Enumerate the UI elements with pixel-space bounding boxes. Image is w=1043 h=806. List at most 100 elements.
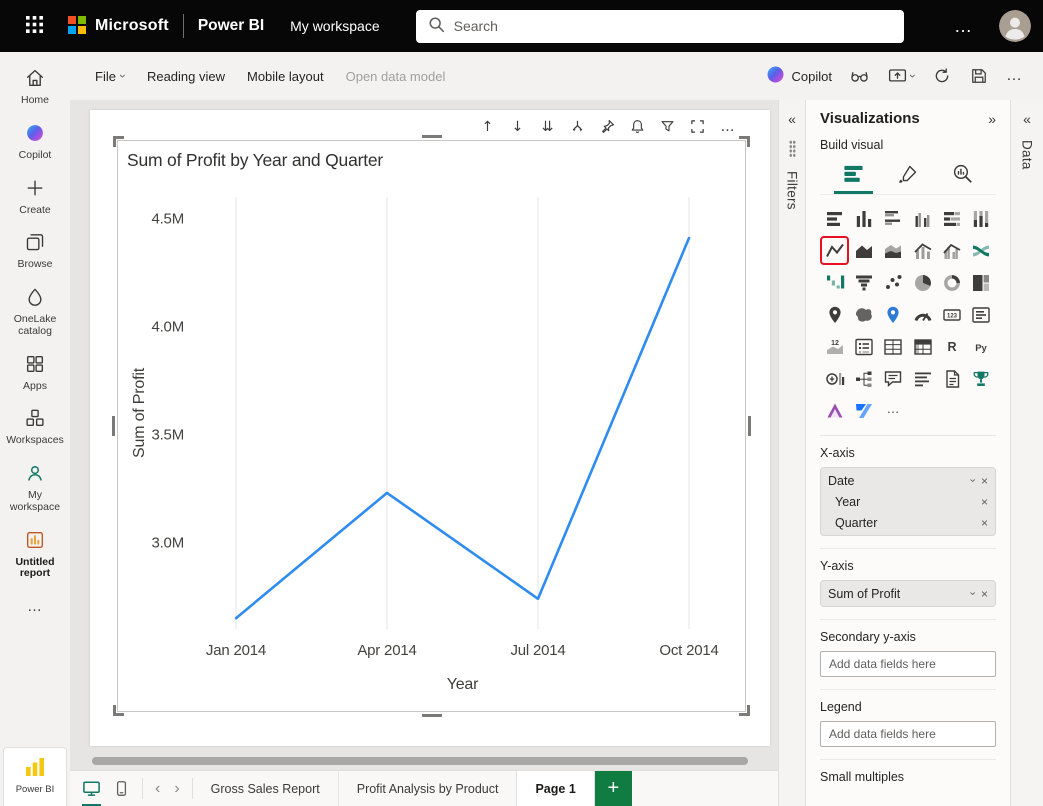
line-and-stacked-column-chart-icon[interactable]: [911, 239, 934, 262]
selected-line-chart-visual[interactable]: Sum of Profit by Year and Quarter 3.0M3.…: [117, 140, 746, 712]
nav-more-options-icon[interactable]: …: [27, 598, 43, 615]
ribbon-chart-icon[interactable]: [970, 239, 993, 262]
100-stacked-bar-chart-icon[interactable]: [940, 207, 963, 230]
glasses-icon[interactable]: [849, 66, 870, 87]
resize-handle-bottom-left[interactable]: [113, 705, 124, 716]
resize-handle-bottom-right[interactable]: [739, 705, 750, 716]
resize-handle-top[interactable]: [422, 135, 442, 138]
horizontal-scrollbar[interactable]: [92, 757, 768, 765]
refresh-icon[interactable]: [932, 66, 952, 86]
filters-pane-collapsed[interactable]: « Filters: [778, 100, 805, 806]
sidebar-item-create[interactable]: Create: [1, 170, 69, 225]
scatter-chart-icon[interactable]: [882, 271, 905, 294]
focus-mode-icon[interactable]: [689, 118, 706, 135]
decomposition-tree-icon[interactable]: [852, 367, 875, 390]
drill-down-icon[interactable]: ↓: [509, 118, 526, 135]
page-tab-page-1[interactable]: Page 1: [516, 771, 594, 806]
tab-format-visual[interactable]: [889, 160, 927, 194]
filters-on-visual-icon[interactable]: [659, 118, 676, 135]
stacked-column-chart-icon[interactable]: [852, 207, 875, 230]
sidebar-item-my-workspace[interactable]: My workspace: [1, 455, 69, 522]
search-input[interactable]: [454, 18, 892, 34]
field-pill-quarter[interactable]: Quarter×: [826, 512, 990, 533]
field-pill-year[interactable]: Year×: [826, 491, 990, 512]
pin-icon[interactable]: [599, 118, 616, 135]
chevron-down-icon[interactable]: ›: [967, 479, 978, 483]
drill-up-icon[interactable]: ↑: [479, 118, 496, 135]
workspace-name[interactable]: My workspace: [290, 18, 379, 34]
q-and-a-icon[interactable]: [882, 367, 905, 390]
file-menu-button[interactable]: File ›: [84, 62, 136, 91]
field-pill-date[interactable]: Date›×: [826, 470, 990, 491]
remove-field-icon[interactable]: ×: [981, 474, 988, 488]
line-chart[interactable]: 3.0M3.5M4.0M4.5MJan 2014Apr 2014Jul 2014…: [118, 183, 745, 705]
scrollbar-thumb[interactable]: [92, 757, 748, 765]
web-view-icon[interactable]: [82, 771, 101, 806]
mobile-layout-button[interactable]: Mobile layout: [236, 62, 335, 91]
slicer-icon[interactable]: [852, 335, 875, 358]
line-chart-icon[interactable]: [823, 239, 846, 262]
power-automate-icon[interactable]: [852, 399, 875, 422]
chevron-down-icon[interactable]: ›: [967, 592, 978, 596]
stacked-bar-chart-icon[interactable]: [823, 207, 846, 230]
pie-chart-icon[interactable]: [911, 271, 934, 294]
data-pane-title[interactable]: Data: [1020, 140, 1035, 170]
field-pill-sum-of-profit[interactable]: Sum of Profit›×: [826, 583, 990, 604]
mobile-view-icon[interactable]: [113, 771, 130, 806]
microsoft-brand[interactable]: Microsoft: [68, 16, 169, 37]
previous-page-icon[interactable]: ‹: [155, 781, 160, 797]
app-launcher-button[interactable]: [0, 0, 68, 52]
area-chart-icon[interactable]: [852, 239, 875, 262]
clustered-column-chart-icon[interactable]: [911, 207, 934, 230]
power-apps-icon[interactable]: [823, 399, 846, 422]
key-influencers-icon[interactable]: [823, 367, 846, 390]
matrix-icon[interactable]: [911, 335, 934, 358]
expand-data-icon[interactable]: «: [1023, 112, 1031, 126]
metrics-icon[interactable]: [970, 367, 993, 390]
sidebar-item-apps[interactable]: Apps: [1, 346, 69, 401]
r-script-visual-icon[interactable]: R: [940, 335, 963, 358]
reading-view-button[interactable]: Reading view: [136, 62, 236, 91]
page-tab-gross-sales-report[interactable]: Gross Sales Report: [193, 771, 338, 806]
sidebar-item-workspaces[interactable]: Workspaces: [1, 400, 69, 455]
present-icon[interactable]: ›: [887, 66, 915, 87]
smart-narrative-icon[interactable]: [911, 367, 934, 390]
get-more-visuals-icon[interactable]: …: [882, 399, 905, 422]
data-pane-collapsed[interactable]: « Data: [1010, 100, 1043, 806]
more-options-icon[interactable]: …: [954, 16, 973, 37]
100-stacked-column-chart-icon[interactable]: [970, 207, 993, 230]
funnel-icon[interactable]: [852, 271, 875, 294]
report-canvas[interactable]: ↑ ↓ ⇊ … Sum of Profit by Year and Quarte…: [70, 100, 778, 770]
resize-handle-top-right[interactable]: [739, 136, 750, 147]
empty-field-well[interactable]: Add data fields here: [820, 721, 996, 747]
waterfall-chart-icon[interactable]: [823, 271, 846, 294]
report-page[interactable]: ↑ ↓ ⇊ … Sum of Profit by Year and Quarte…: [90, 110, 770, 746]
sidebar-item-copilot[interactable]: Copilot: [1, 115, 69, 170]
filled-map-icon[interactable]: [852, 303, 875, 326]
more-options-icon[interactable]: …: [719, 118, 736, 135]
tab-build-visual[interactable]: [834, 159, 873, 194]
resize-handle-left[interactable]: [112, 416, 115, 436]
stacked-area-chart-icon[interactable]: [882, 239, 905, 262]
expand-all-icon[interactable]: [569, 118, 586, 135]
new-page-button[interactable]: +: [595, 771, 632, 806]
python-visual-icon[interactable]: Py: [970, 335, 993, 358]
card-icon[interactable]: 123: [940, 303, 963, 326]
remove-field-icon[interactable]: ×: [981, 495, 988, 509]
copilot-button[interactable]: Copilot: [766, 65, 832, 87]
resize-handle-bottom[interactable]: [422, 714, 442, 717]
sidebar-item-browse[interactable]: Browse: [1, 224, 69, 279]
powerbi-app-badge[interactable]: Power BI: [3, 747, 67, 806]
more-options-icon[interactable]: …: [1006, 67, 1023, 85]
clustered-bar-chart-icon[interactable]: [882, 207, 905, 230]
collapse-pane-icon[interactable]: »: [988, 112, 996, 126]
account-avatar[interactable]: [999, 10, 1031, 42]
remove-field-icon[interactable]: ×: [981, 587, 988, 601]
sidebar-item-onelake-catalog[interactable]: OneLake catalog: [1, 279, 69, 346]
sidebar-item-home[interactable]: Home: [1, 60, 69, 115]
filters-pane-title[interactable]: Filters: [785, 171, 800, 210]
resize-handle-right[interactable]: [748, 416, 751, 436]
expand-filters-icon[interactable]: «: [788, 112, 796, 126]
empty-field-well[interactable]: Add data fields here: [820, 651, 996, 677]
page-tab-profit-analysis-by-product[interactable]: Profit Analysis by Product: [338, 771, 517, 806]
